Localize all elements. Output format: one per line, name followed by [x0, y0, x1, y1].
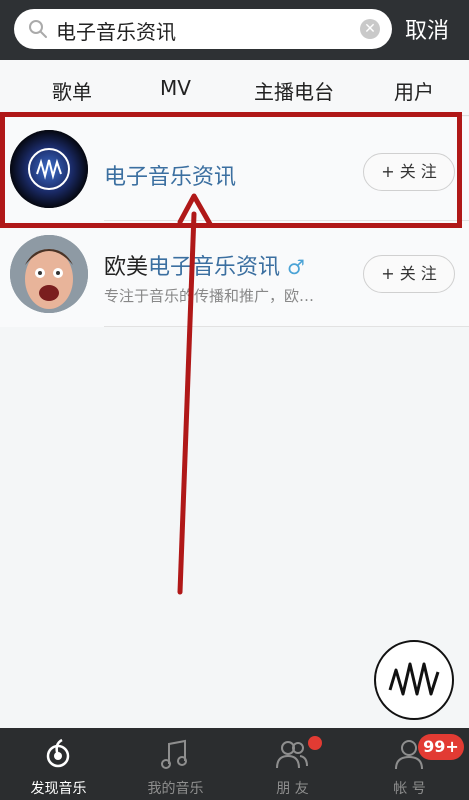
nav-discover-label: 发现音乐	[30, 781, 87, 797]
music-note-icon	[161, 739, 187, 769]
artist-logo-icon	[388, 662, 440, 696]
nav-account-label: 帐 号	[393, 781, 426, 797]
nav-my-music[interactable]: 我的音乐	[117, 728, 234, 800]
bottom-nav: 发现音乐 我的音乐 朋 友 帐 号 99+	[0, 728, 469, 800]
nav-friends[interactable]: 朋 友	[234, 728, 351, 800]
now-playing-button[interactable]	[374, 640, 454, 720]
discover-icon	[46, 738, 70, 768]
nav-friends-label: 朋 友	[276, 781, 309, 797]
friends-icon	[276, 741, 308, 769]
nav-discover[interactable]: 发现音乐	[0, 728, 117, 800]
account-badge: 99+	[418, 734, 464, 760]
nav-my-music-label: 我的音乐	[147, 781, 204, 797]
friends-notification-dot	[308, 736, 322, 750]
